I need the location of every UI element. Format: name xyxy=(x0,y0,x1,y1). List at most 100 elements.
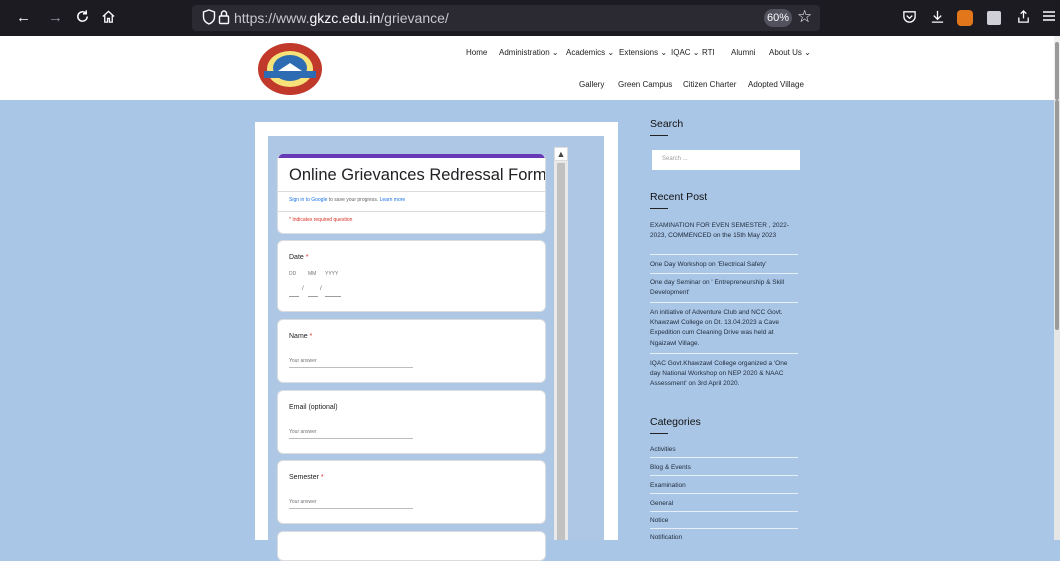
recent-post-item[interactable]: IQAC Govt.Khawzawl College organized a '… xyxy=(650,359,798,390)
extension-icon[interactable] xyxy=(987,11,1001,25)
email-question-card: Email (optional) Your answer xyxy=(277,390,546,454)
reload-svg xyxy=(77,10,88,22)
category-item[interactable]: Examination xyxy=(650,482,686,489)
form-scrollbar[interactable]: ▲ xyxy=(554,147,568,540)
date-separator: / xyxy=(302,286,304,292)
nav-adopted-village[interactable]: Adopted Village xyxy=(748,80,804,89)
home-svg xyxy=(102,10,115,23)
nav-academics[interactable]: Academics ⌄ xyxy=(566,48,614,57)
divider xyxy=(650,528,798,529)
required-asterisk: * xyxy=(309,333,313,340)
download-svg xyxy=(931,10,944,23)
date-separator: / xyxy=(320,286,322,292)
divider xyxy=(650,493,798,494)
share-icon[interactable] xyxy=(1016,9,1031,28)
nav-iqac[interactable]: IQAC ⌄ xyxy=(671,48,699,57)
category-item[interactable]: General xyxy=(650,500,673,507)
date-label-text: Date xyxy=(289,254,304,261)
shield-svg xyxy=(202,9,216,25)
recent-post-item[interactable]: One Day Workshop on 'Electrical Safety' xyxy=(650,260,798,270)
divider xyxy=(650,353,798,354)
page-scrollbar[interactable] xyxy=(1054,100,1060,540)
email-label: Email (optional) xyxy=(289,404,338,411)
pocket-icon[interactable] xyxy=(902,9,917,28)
learn-more-link[interactable]: Learn more xyxy=(380,197,406,203)
nav-citizen-charter[interactable]: Citizen Charter xyxy=(683,80,736,89)
date-dd-input[interactable] xyxy=(289,296,299,297)
required-asterisk: * xyxy=(305,254,309,261)
date-mm-label: MM xyxy=(308,271,317,277)
date-yyyy-label: YYYY xyxy=(325,271,339,277)
recent-post-item[interactable]: An initiative of Adventure Club and NCC … xyxy=(650,308,798,349)
url-text: https://www.gkzc.edu.in/grievance/ xyxy=(234,10,449,26)
date-mm-input[interactable] xyxy=(308,296,318,297)
page-scrollbar-thumb[interactable] xyxy=(1055,100,1059,330)
sign-in-note: Sign in to Google to save your progress.… xyxy=(289,197,405,203)
page-scrollbar-top[interactable] xyxy=(1054,36,1060,100)
site-header xyxy=(0,36,1060,100)
divider xyxy=(650,457,798,458)
divider xyxy=(650,511,798,512)
nav-green-campus[interactable]: Green Campus xyxy=(618,80,672,89)
nav-extensions[interactable]: Extensions ⌄ xyxy=(619,48,667,57)
home-icon[interactable] xyxy=(101,9,116,29)
download-icon[interactable] xyxy=(930,9,945,28)
nav-about-us[interactable]: About Us ⌄ xyxy=(769,48,811,57)
page-scrollbar-thumb-top[interactable] xyxy=(1055,42,1059,100)
semester-question-card: Semester * Your answer xyxy=(277,460,546,524)
lock-icon[interactable] xyxy=(218,9,230,29)
nav-alumni[interactable]: Alumni xyxy=(731,48,755,57)
heading-underline xyxy=(650,135,668,136)
name-input[interactable]: Your answer xyxy=(289,358,317,364)
required-note: * Indicates required question xyxy=(289,217,353,223)
date-label: Date * xyxy=(289,254,308,261)
search-placeholder: Search ... xyxy=(662,156,688,162)
nav-gallery[interactable]: Gallery xyxy=(579,80,604,89)
name-input-underline xyxy=(289,367,413,368)
category-item[interactable]: Notice xyxy=(650,517,668,524)
divider xyxy=(278,211,545,212)
heading-underline xyxy=(650,433,668,434)
divider xyxy=(650,254,798,255)
heading-underline xyxy=(650,208,668,209)
metamask-extension-icon[interactable] xyxy=(957,10,973,26)
back-arrow-icon[interactable]: ← xyxy=(16,9,31,27)
required-asterisk: * xyxy=(320,474,324,481)
hamburger-menu-icon[interactable] xyxy=(1042,9,1056,27)
scroll-up-icon[interactable]: ▲ xyxy=(554,147,568,161)
url-prefix: https://www. xyxy=(234,10,310,26)
college-logo[interactable] xyxy=(254,41,326,97)
category-item[interactable]: Blog & Events xyxy=(650,464,691,471)
sidebar-search-input[interactable]: Search ... xyxy=(652,150,800,170)
address-bar[interactable]: https://www.gkzc.edu.in/grievance/ 60% ☆ xyxy=(192,5,820,31)
recent-post-item[interactable]: One day Seminar on ' Entrepreneurship & … xyxy=(650,278,798,298)
divider xyxy=(650,475,798,476)
nav-rti[interactable]: RTI xyxy=(702,48,715,57)
forward-arrow-icon[interactable]: → xyxy=(48,9,63,27)
email-input[interactable]: Your answer xyxy=(289,429,317,435)
name-label-text: Name xyxy=(289,333,308,340)
category-item[interactable]: Activities xyxy=(650,446,676,453)
name-question-card: Name * Your answer xyxy=(277,319,546,383)
form-header-card: Online Grievances Redressal Form Sign in… xyxy=(277,154,546,234)
sign-in-rest: to save your progress. xyxy=(327,197,379,203)
name-label: Name * xyxy=(289,333,312,340)
bookmark-star-icon[interactable]: ☆ xyxy=(797,7,812,27)
nav-home[interactable]: Home xyxy=(466,48,487,57)
date-yyyy-input[interactable] xyxy=(325,296,341,297)
recent-post-item[interactable]: EXAMINATION FOR EVEN SEMESTER , 2022-202… xyxy=(650,221,798,241)
sign-in-link[interactable]: Sign in to Google xyxy=(289,197,327,203)
date-question-card: Date * DD MM YYYY / / xyxy=(277,240,546,312)
form-title: Online Grievances Redressal Form xyxy=(289,166,546,184)
shield-icon[interactable] xyxy=(202,9,216,29)
reload-icon[interactable] xyxy=(75,9,90,29)
form-scrollbar-thumb[interactable] xyxy=(557,163,565,540)
semester-input-underline xyxy=(289,508,413,509)
search-heading: Search xyxy=(650,118,684,130)
nav-administration[interactable]: Administration ⌄ xyxy=(499,48,559,57)
recent-post-heading: Recent Post xyxy=(650,191,708,203)
zoom-badge[interactable]: 60% xyxy=(764,9,792,27)
next-question-card xyxy=(277,531,546,561)
semester-input[interactable]: Your answer xyxy=(289,499,317,505)
divider xyxy=(278,191,545,192)
